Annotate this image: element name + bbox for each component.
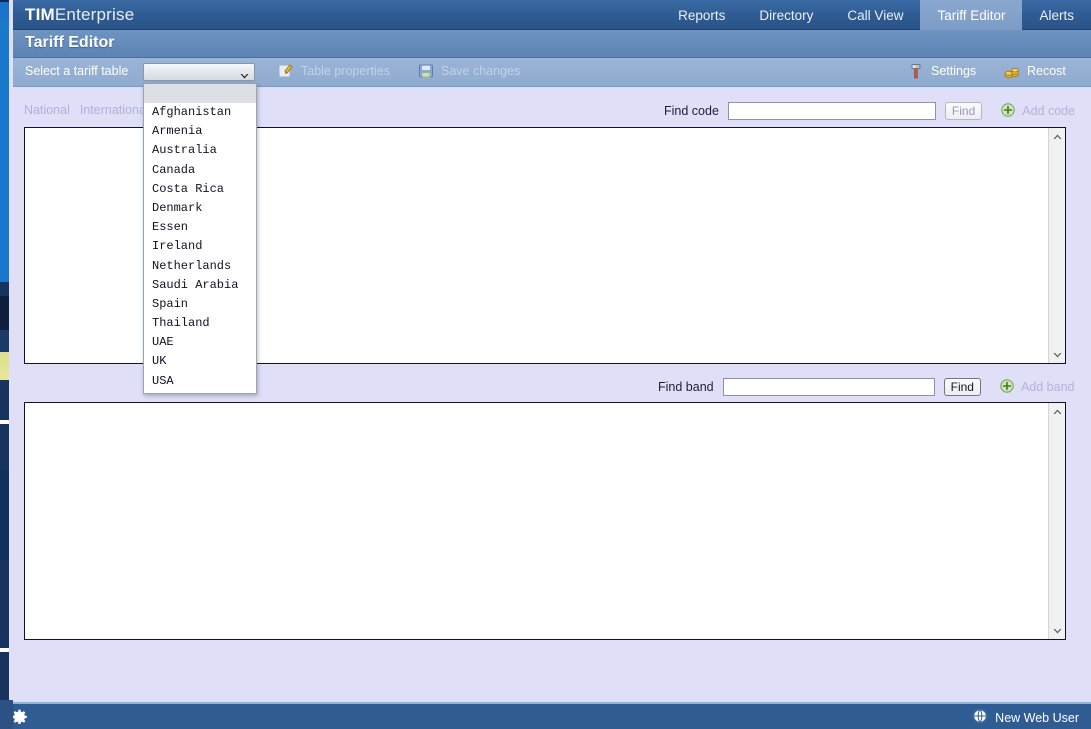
settings-gear-button[interactable] (12, 709, 27, 729)
add-band-button[interactable]: Add band (1000, 379, 1075, 396)
nav-tab-call-view[interactable]: Call View (830, 0, 920, 30)
dropdown-option-denmark[interactable]: Denmark (144, 199, 256, 218)
brand-name-bold: TIM (25, 5, 55, 24)
dropdown-option-armenia[interactable]: Armenia (144, 122, 256, 141)
subtab-national[interactable]: National (24, 103, 70, 117)
page-title: Tariff Editor (25, 34, 114, 52)
main-nav-tabs: ReportsDirectoryCall ViewTariff EditorAl… (661, 0, 1091, 30)
dropdown-option-afghanistan[interactable]: Afghanistan (144, 103, 256, 122)
nav-tab-reports[interactable]: Reports (661, 0, 742, 30)
pencil-edit-icon (278, 63, 294, 79)
brand-logo: TIMEnterprise (25, 5, 134, 25)
dropdown-option-uae[interactable]: UAE (144, 333, 256, 352)
tariff-bands-list (25, 403, 1048, 639)
dropdown-option-thailand[interactable]: Thailand (144, 314, 256, 333)
dropdown-option-saudi-arabia[interactable]: Saudi Arabia (144, 276, 256, 295)
recost-label: Recost (1027, 64, 1066, 78)
page-title-bar: Tariff Editor (0, 30, 1091, 58)
tariff-table-select[interactable] (143, 63, 255, 81)
tariff-bands-scrollbar[interactable] (1048, 403, 1065, 639)
brand-name-light: Enterprise (55, 5, 134, 24)
green-plus-circle-icon (1000, 379, 1014, 396)
table-properties-label: Table properties (301, 64, 390, 78)
add-code-label: Add code (1022, 104, 1075, 118)
scroll-up-icon[interactable] (1049, 128, 1066, 145)
subtab-international[interactable]: International (80, 103, 149, 117)
scope-subtabs: National International (24, 103, 149, 117)
nav-tab-directory[interactable]: Directory (742, 0, 830, 30)
settings-button[interactable]: Settings (908, 63, 976, 79)
floppy-disk-icon (418, 63, 434, 79)
add-band-label: Add band (1021, 380, 1075, 394)
find-band-button[interactable]: Find (944, 378, 981, 396)
select-tariff-table-label: Select a tariff table (25, 64, 128, 78)
scroll-down-icon[interactable] (1049, 622, 1066, 639)
current-user-label: New Web User (995, 711, 1079, 725)
dropdown-option-australia[interactable]: Australia (144, 141, 256, 160)
hammer-icon (908, 63, 924, 79)
find-code-button[interactable]: Find (945, 102, 982, 120)
current-user[interactable]: New Web User (973, 709, 1079, 726)
dropdown-option-ireland[interactable]: Ireland (144, 237, 256, 256)
find-code-input[interactable] (728, 102, 936, 120)
tariff-bands-panel (24, 402, 1066, 640)
dropdown-option-spain[interactable]: Spain (144, 295, 256, 314)
save-changes-button[interactable]: Save changes (418, 63, 520, 79)
gear-icon (12, 709, 27, 729)
find-code-row: Find code Find Add code (664, 100, 1075, 122)
nav-tab-alerts[interactable]: Alerts (1022, 0, 1091, 30)
find-code-label: Find code (664, 104, 719, 118)
table-properties-button[interactable]: Table properties (278, 63, 390, 79)
tariff-editor-app: TIMEnterprise ReportsDirectoryCall ViewT… (0, 0, 1091, 729)
dropdown-option-netherlands[interactable]: Netherlands (144, 257, 256, 276)
save-changes-label: Save changes (441, 64, 520, 78)
top-bar: TIMEnterprise ReportsDirectoryCall ViewT… (0, 0, 1091, 30)
dropdown-option-essen[interactable]: Essen (144, 218, 256, 237)
dropdown-option-uk[interactable]: UK (144, 352, 256, 371)
dropdown-option-costa-rica[interactable]: Costa Rica (144, 180, 256, 199)
find-band-row: Find band Find Add band (658, 376, 1074, 398)
scroll-down-icon[interactable] (1049, 346, 1066, 363)
dropdown-option-usa[interactable]: USA (144, 372, 256, 391)
scroll-up-icon[interactable] (1049, 403, 1066, 420)
settings-label: Settings (931, 64, 976, 78)
nav-tab-tariff-editor[interactable]: Tariff Editor (920, 0, 1022, 30)
tariff-codes-scrollbar[interactable] (1048, 128, 1065, 363)
green-plus-circle-icon (1001, 103, 1015, 120)
add-code-button[interactable]: Add code (1001, 103, 1075, 120)
status-bar: New Web User (0, 702, 1091, 729)
find-band-label: Find band (658, 380, 714, 394)
left-edge-strip (0, 0, 13, 729)
globe-icon (973, 709, 987, 726)
recost-button[interactable]: Recost (1004, 63, 1066, 79)
left-edge-strip-inner (9, 0, 13, 700)
chevron-down-icon (239, 68, 250, 78)
dropdown-option-canada[interactable]: Canada (144, 161, 256, 180)
dropdown-option-blank[interactable] (144, 84, 256, 103)
find-band-input[interactable] (723, 378, 935, 396)
gold-coins-icon (1004, 63, 1020, 79)
tariff-table-dropdown-list[interactable]: AfghanistanArmeniaAustraliaCanadaCosta R… (143, 83, 257, 394)
